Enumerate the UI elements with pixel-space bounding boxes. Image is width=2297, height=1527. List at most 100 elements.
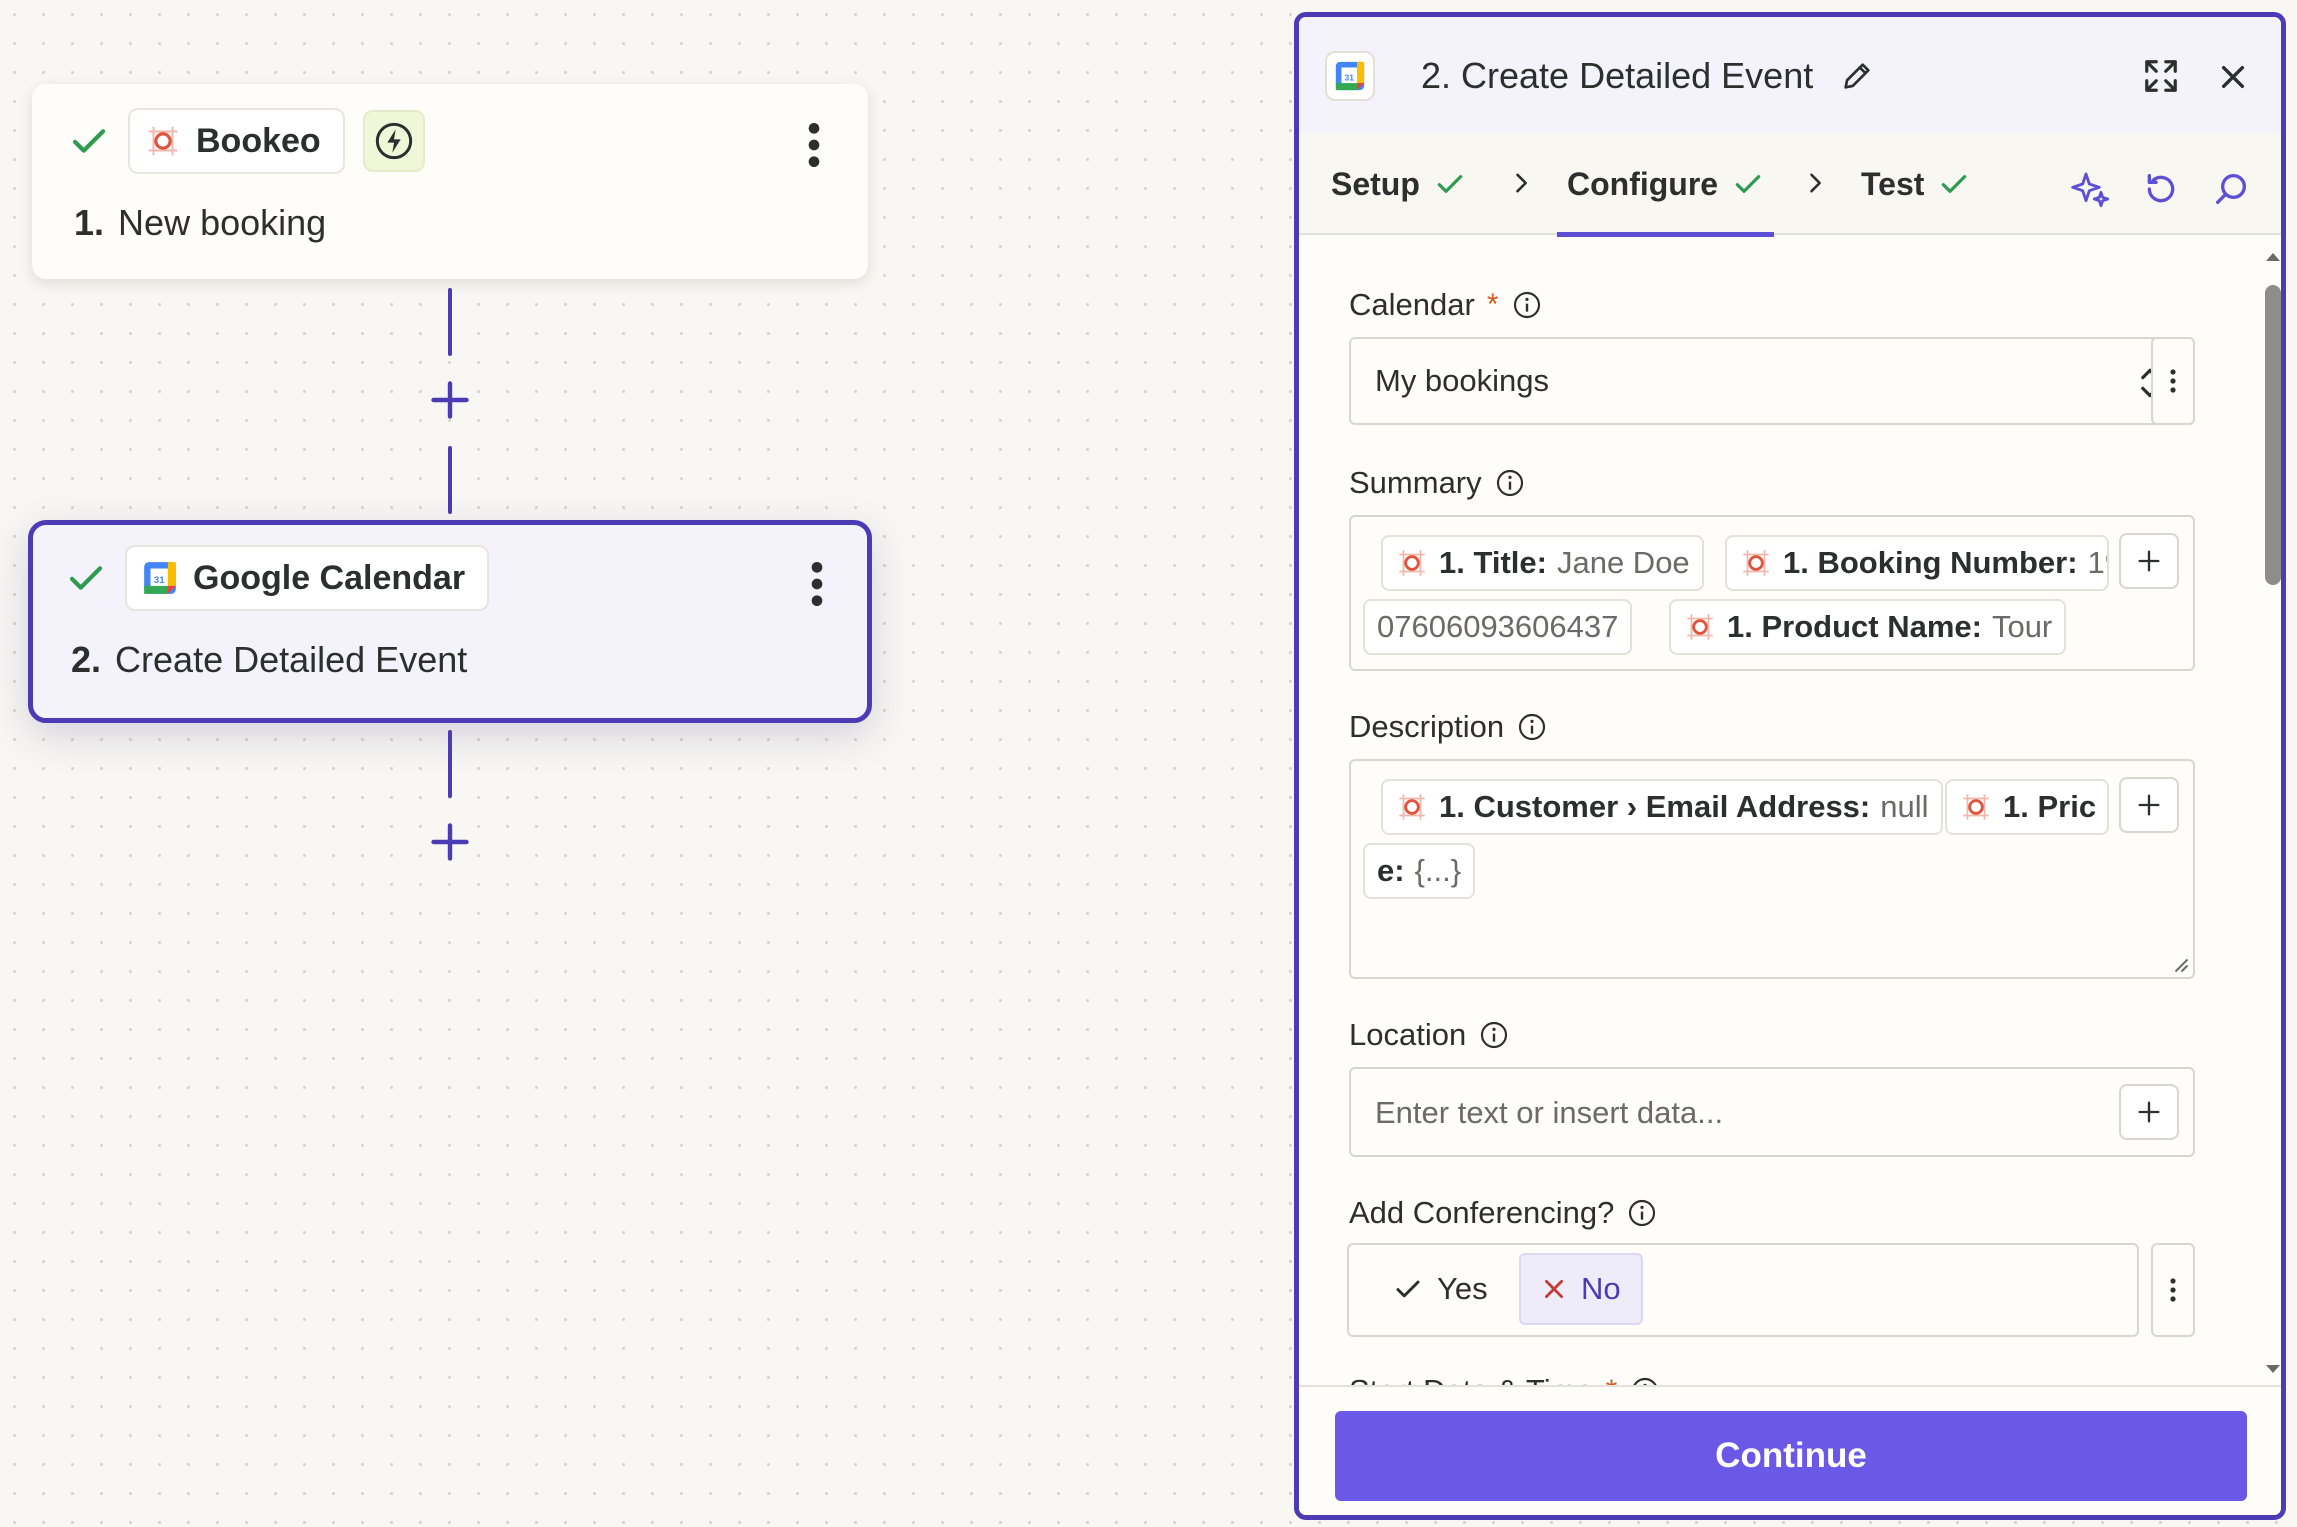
app-name: Bookeo <box>196 121 321 160</box>
step-title: 1. New booking <box>74 202 326 244</box>
calendar-value: My bookings <box>1375 363 1550 398</box>
svg-text:31: 31 <box>1345 72 1355 82</box>
plus-icon <box>2138 794 2160 816</box>
conferencing-options-button[interactable] <box>2151 1243 2195 1337</box>
scrollbar-thumb[interactable] <box>2265 285 2281 585</box>
google-calendar-icon: 31 <box>144 562 176 594</box>
lightning-icon <box>375 122 412 160</box>
app-icon-badge: 31 <box>1325 51 1375 101</box>
step-tabs: Setup Configure Test <box>1299 133 2281 237</box>
panel-title: 2. Create Detailed Event <box>1421 55 1814 96</box>
more-options-icon <box>2170 1278 2176 1302</box>
token-value: null <box>1880 789 1929 824</box>
data-token[interactable]: 1. Title: Jane Doe <box>1381 535 1704 591</box>
token-key: 1. Title: <box>1439 545 1547 580</box>
info-icon[interactable] <box>1478 1019 1510 1051</box>
insert-data-button[interactable] <box>2119 533 2179 589</box>
data-token[interactable]: 1. Pric <box>1945 779 2109 835</box>
plus-icon <box>2138 1101 2160 1123</box>
info-icon[interactable] <box>1494 467 1526 499</box>
app-pill-bookeo: Bookeo <box>128 108 345 174</box>
check-icon <box>72 129 106 153</box>
label-text: Summary <box>1349 465 1482 500</box>
step-name: Create Detailed Event <box>115 639 468 680</box>
conferencing-toggle-group: Yes No <box>1347 1243 2139 1337</box>
step-number: 1. <box>74 202 105 243</box>
ai-sparkle-icon[interactable] <box>2071 169 2111 209</box>
insert-data-button[interactable] <box>2119 1084 2179 1140</box>
bookeo-icon <box>1963 794 1989 820</box>
label-text: Add Conferencing? <box>1349 1195 1615 1230</box>
refresh-icon[interactable] <box>2141 169 2181 209</box>
connector-line <box>448 730 452 798</box>
step-title: 2. Create Detailed Event <box>71 639 467 681</box>
data-token[interactable]: 1. Customer › Email Address: null <box>1381 779 1943 835</box>
scroll-up-icon[interactable] <box>2261 245 2285 269</box>
calendar-label: Calendar * <box>1349 287 1543 323</box>
check-icon <box>1396 1280 1420 1298</box>
tab-setup[interactable]: Setup <box>1331 133 1466 235</box>
panel-header: 31 2. Create Detailed Event <box>1299 17 2281 133</box>
token-key: 1. Customer › Email Address: <box>1439 789 1871 824</box>
resize-handle-icon[interactable] <box>2171 955 2189 973</box>
add-step-icon[interactable] <box>428 820 472 864</box>
more-options-icon <box>2170 369 2176 393</box>
summary-field[interactable]: 1. Title: Jane Doe 1. Booking Number: 19… <box>1349 515 2195 671</box>
info-icon[interactable] <box>1511 289 1543 321</box>
connector-line <box>448 288 452 356</box>
step-name: New booking <box>118 202 327 243</box>
more-options-icon[interactable] <box>804 120 824 170</box>
required-marker: * <box>1486 288 1499 321</box>
data-token[interactable]: 1. Product Name: Tour <box>1669 599 2067 655</box>
description-field[interactable]: 1. Customer › Email Address: null 1. Pri… <box>1349 759 2195 979</box>
insert-data-button[interactable] <box>2119 777 2179 833</box>
data-token-continued[interactable]: 07606093606437 <box>1363 599 1633 655</box>
trigger-badge <box>362 110 425 172</box>
token-value: Tour <box>1991 609 2053 644</box>
tab-configure[interactable]: Configure <box>1556 133 1775 237</box>
continue-button[interactable]: Continue <box>1335 1411 2247 1501</box>
search-icon[interactable] <box>2211 169 2251 209</box>
token-value: 07606093606437 <box>1377 609 1619 644</box>
label-text: Calendar <box>1349 287 1475 322</box>
bookeo-icon <box>1743 550 1769 576</box>
scrollbar[interactable] <box>2261 237 2285 1389</box>
panel-footer: Continue <box>1299 1385 2281 1515</box>
google-calendar-icon: 31 <box>1335 61 1365 91</box>
bookeo-icon <box>1399 550 1425 576</box>
config-form: Calendar * My bookings Summary 1. Title:… <box>1299 237 2281 1389</box>
data-token[interactable]: 1. Booking Number: 19 <box>1725 535 2109 591</box>
summary-label: Summary <box>1349 465 1526 501</box>
calendar-options-button[interactable] <box>2151 337 2195 425</box>
info-icon[interactable] <box>1516 711 1548 743</box>
pencil-icon[interactable] <box>1840 59 1874 93</box>
check-icon <box>1437 175 1463 193</box>
more-options-icon[interactable] <box>807 559 827 609</box>
token-value: Jane Doe <box>1556 545 1690 580</box>
label-text: Location <box>1349 1017 1467 1052</box>
token-value: 19 <box>2087 545 2107 580</box>
token-key: 1. Pric <box>2003 789 2097 824</box>
token-value: {...} <box>1414 853 1462 888</box>
description-label: Description <box>1349 709 1548 745</box>
info-icon[interactable] <box>1626 1197 1658 1229</box>
expand-icon[interactable] <box>2142 57 2180 95</box>
check-icon <box>69 566 103 590</box>
step-card-google-calendar[interactable]: 31 Google Calendar 2. Create Detailed Ev… <box>28 520 872 723</box>
x-icon <box>1545 1280 1563 1298</box>
step-card-bookeo[interactable]: Bookeo 1. New booking <box>32 84 868 279</box>
svg-text:31: 31 <box>154 575 165 586</box>
option-yes[interactable]: Yes <box>1373 1253 1508 1325</box>
scroll-down-icon[interactable] <box>2261 1357 2285 1381</box>
calendar-select[interactable]: My bookings <box>1349 337 2195 425</box>
option-no[interactable]: No <box>1519 1253 1643 1325</box>
bookeo-icon <box>148 126 178 156</box>
tab-test[interactable]: Test <box>1861 133 1970 235</box>
add-step-icon[interactable] <box>428 378 472 422</box>
close-icon[interactable] <box>2217 61 2249 93</box>
location-placeholder: Enter text or insert data... <box>1375 1095 1724 1130</box>
data-token-continued[interactable]: e: {...} <box>1363 843 1476 899</box>
check-icon <box>1942 175 1967 193</box>
location-input[interactable]: Enter text or insert data... <box>1349 1067 2195 1157</box>
tab-label: Configure <box>1567 165 1719 202</box>
